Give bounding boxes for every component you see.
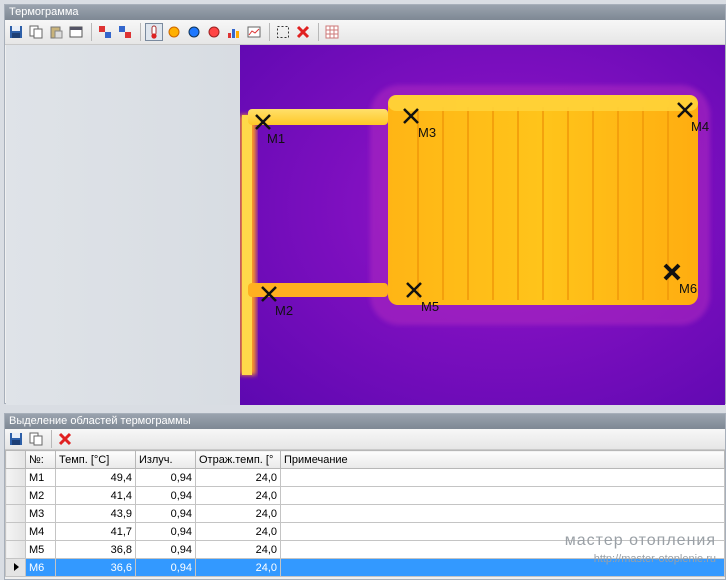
cell-note[interactable] xyxy=(280,504,725,523)
table-row[interactable]: M2 41,4 0,94 24,0 xyxy=(5,486,725,505)
cell-note[interactable] xyxy=(280,468,725,487)
row-selector[interactable] xyxy=(5,540,26,559)
row-header-corner xyxy=(5,450,26,469)
cell-temp[interactable]: 49,4 xyxy=(55,468,136,487)
svg-text:M2: M2 xyxy=(275,303,293,318)
paste-icon[interactable] xyxy=(47,23,65,41)
svg-text:M1: M1 xyxy=(267,131,285,146)
copy-icon[interactable] xyxy=(27,430,45,448)
table-row[interactable]: M3 43,9 0,94 24,0 xyxy=(5,504,725,523)
cell-emissivity[interactable]: 0,94 xyxy=(135,540,196,559)
row-selector[interactable] xyxy=(5,486,26,505)
thermal-scene: M1 M2 M3 M4 M5 M6 xyxy=(240,85,710,375)
histogram-icon[interactable] xyxy=(225,23,243,41)
row-selector-current[interactable] xyxy=(5,558,26,577)
toolbar-separator xyxy=(269,23,270,41)
column-header-emissivity[interactable]: Излуч. xyxy=(135,450,196,469)
toolbar-separator xyxy=(140,23,141,41)
cell-reflected-temp[interactable]: 24,0 xyxy=(195,540,281,559)
cell-id[interactable]: M2 xyxy=(25,486,56,505)
cell-reflected-temp[interactable]: 24,0 xyxy=(195,468,281,487)
cell-id[interactable]: M5 xyxy=(25,540,56,559)
toolbar-separator xyxy=(318,23,319,41)
save-icon[interactable] xyxy=(7,23,25,41)
save-icon[interactable] xyxy=(7,430,25,448)
cell-reflected-temp[interactable]: 24,0 xyxy=(195,486,281,505)
cell-temp[interactable]: 41,7 xyxy=(55,522,136,541)
thermogram-panel-title: Термограмма xyxy=(5,5,725,20)
table-header-row: №: Темп. [°C] Излуч. Отраж.темп. [° Прим… xyxy=(5,450,725,469)
cell-id[interactable]: M3 xyxy=(25,504,56,523)
thermal-image[interactable]: M1 M2 M3 M4 M5 M6 xyxy=(240,45,725,405)
copy-icon[interactable] xyxy=(27,23,45,41)
current-row-arrow-icon xyxy=(13,562,19,571)
cell-note[interactable] xyxy=(280,486,725,505)
delete-icon[interactable] xyxy=(56,430,74,448)
cell-id[interactable]: M1 xyxy=(25,468,56,487)
cell-emissivity[interactable]: 0,94 xyxy=(135,522,196,541)
regions-panel-title: Выделение областей термограммы xyxy=(5,414,725,429)
row-selector[interactable] xyxy=(5,504,26,523)
spot-blue-icon[interactable] xyxy=(185,23,203,41)
regions-toolbar xyxy=(5,429,725,450)
column-header-note[interactable]: Примечание xyxy=(280,450,725,469)
watermark-title: мастер отопления xyxy=(564,532,716,549)
column-header-reflected-temp[interactable]: Отраж.темп. [° xyxy=(195,450,281,469)
cell-emissivity[interactable]: 0,94 xyxy=(135,558,196,577)
table-row[interactable]: M1 49,4 0,94 24,0 xyxy=(5,468,725,487)
cell-temp[interactable]: 41,4 xyxy=(55,486,136,505)
toolbar-separator xyxy=(91,23,92,41)
spot-orange-icon[interactable] xyxy=(165,23,183,41)
cell-reflected-temp[interactable]: 24,0 xyxy=(195,504,281,523)
grid-icon[interactable] xyxy=(323,23,341,41)
thermometer-icon[interactable] xyxy=(145,23,163,41)
cell-temp[interactable]: 36,8 xyxy=(55,540,136,559)
cell-temp[interactable]: 43,9 xyxy=(55,504,136,523)
column-header-number[interactable]: №: xyxy=(25,450,56,469)
spot-red-icon[interactable] xyxy=(205,23,223,41)
selection-icon[interactable] xyxy=(274,23,292,41)
svg-text:M5: M5 xyxy=(421,299,439,314)
thermogram-toolbar xyxy=(5,20,725,45)
row-selector[interactable] xyxy=(5,522,26,541)
watermark-url: http://master-otoplenie.ru xyxy=(593,553,716,565)
cell-temp[interactable]: 36,6 xyxy=(55,558,136,577)
cell-emissivity[interactable]: 0,94 xyxy=(135,486,196,505)
cell-id[interactable]: M4 xyxy=(25,522,56,541)
svg-text:M4: M4 xyxy=(691,119,709,134)
cell-emissivity[interactable]: 0,94 xyxy=(135,504,196,523)
svg-text:M6: M6 xyxy=(679,281,697,296)
thermogram-viewport: M1 M2 M3 M4 M5 M6 xyxy=(6,45,725,405)
column-header-temp[interactable]: Темп. [°C] xyxy=(55,450,136,469)
row-selector[interactable] xyxy=(5,468,26,487)
profile-icon[interactable] xyxy=(245,23,263,41)
delete-icon[interactable] xyxy=(294,23,312,41)
window-icon[interactable] xyxy=(67,23,85,41)
svg-text:M3: M3 xyxy=(418,125,436,140)
thermogram-panel: Термограмма M1 M2 M3 M4 M5 M6 xyxy=(4,4,726,405)
swap-alt-icon[interactable] xyxy=(116,23,134,41)
cell-id[interactable]: M6 xyxy=(25,558,56,577)
cell-reflected-temp[interactable]: 24,0 xyxy=(195,558,281,577)
cell-emissivity[interactable]: 0,94 xyxy=(135,468,196,487)
toolbar-separator xyxy=(51,430,52,448)
cell-reflected-temp[interactable]: 24,0 xyxy=(195,522,281,541)
swap-icon[interactable] xyxy=(96,23,114,41)
